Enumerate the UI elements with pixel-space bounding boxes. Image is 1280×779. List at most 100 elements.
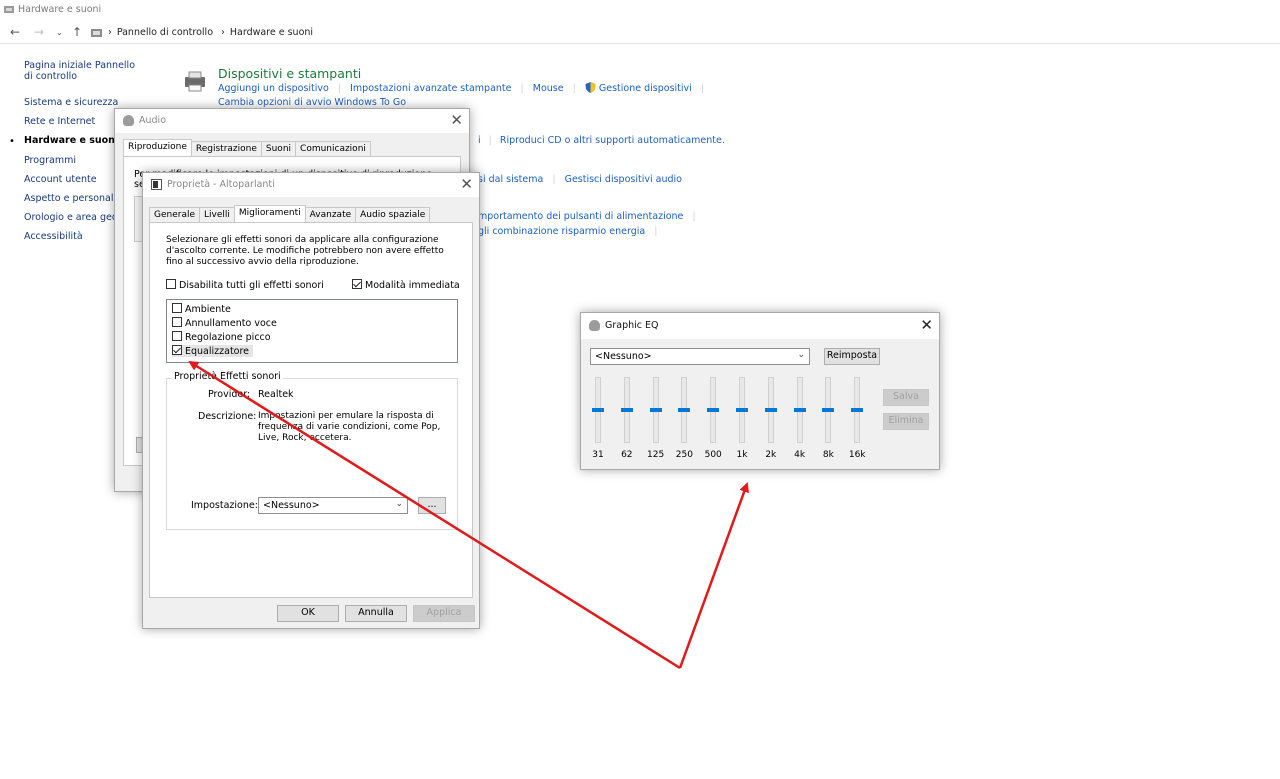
tab-playback[interactable]: Riproduzione (123, 139, 192, 156)
immediate-mode-checkbox[interactable] (352, 279, 362, 289)
description-value: Impostazioni per emulare la risposta di … (258, 411, 441, 443)
windows-to-go-link[interactable]: Cambia opzioni di avvio Windows To Go (218, 97, 406, 108)
apply-button[interactable]: Applica (413, 605, 475, 622)
nav-item-programs[interactable]: Programmi (24, 155, 76, 166)
nav-item-system-security[interactable]: Sistema e sicurezza (24, 97, 118, 108)
effect-checkbox-voice-cancel[interactable] (172, 317, 182, 327)
eq-slider-thumb[interactable] (736, 408, 748, 412)
effect-label: Ambiente (185, 304, 231, 315)
up-arrow-icon[interactable]: ↑ (72, 25, 82, 39)
list-item[interactable]: Annullamento voce (172, 317, 277, 329)
tab-enhancements[interactable]: Miglioramenti (233, 205, 306, 222)
shield-icon (585, 82, 596, 93)
eq-slider-250[interactable] (678, 377, 691, 443)
eq-preset-select[interactable]: <Nessuno> ⌄ (590, 348, 810, 365)
autoplay-cd-link[interactable]: Riproduci CD o altri supporti automatica… (500, 135, 725, 146)
nav-item-home[interactable]: Pagina iniziale Pannello di controllo (24, 60, 144, 82)
add-device-link[interactable]: Aggiungi un dispositivo (218, 83, 329, 94)
nav-item-user-accounts[interactable]: Account utente (24, 174, 97, 185)
eq-slider-62[interactable] (620, 377, 633, 443)
devices-category-title[interactable]: Dispositivi e stampanti (218, 66, 361, 81)
eq-band-label: 8k (822, 450, 834, 460)
graphic-eq-dialog: Graphic EQ ✕ <Nessuno> ⌄ Reimposta 31 62 1… (580, 312, 940, 470)
back-arrow-icon[interactable]: ← (10, 25, 20, 39)
disable-all-row[interactable]: Disabilita tutti gli effetti sonori (166, 279, 324, 291)
eq-dialog-title: Graphic EQ (605, 320, 659, 331)
more-settings-button[interactable]: ... (418, 497, 446, 514)
device-manager-link[interactable]: Gestione dispositivi (599, 83, 692, 94)
system-sounds-partial-link[interactable]: si dal sistema (478, 174, 543, 185)
eq-preset-value: <Nessuno> (595, 351, 652, 362)
autoplay-partial-link[interactable]: i (478, 135, 481, 146)
main-titlebar: Hardware e suoni (0, 0, 1280, 20)
list-item[interactable]: Equalizzatore (172, 345, 254, 357)
setting-select[interactable]: <Nessuno> ⌄ (258, 497, 408, 514)
effect-checkbox-peak[interactable] (172, 331, 182, 341)
nav-item-network[interactable]: Rete e Internet (24, 116, 95, 127)
eq-slider-thumb[interactable] (620, 408, 633, 412)
devices-printers-icon[interactable] (182, 70, 208, 94)
window-title: Hardware e suoni (18, 4, 102, 15)
disable-all-checkbox[interactable] (166, 279, 176, 289)
eq-slider-thumb[interactable] (707, 408, 720, 412)
immediate-mode-label: Modalità immediata (365, 280, 460, 291)
effect-checkbox-environment[interactable] (172, 303, 182, 313)
breadcrumb-hardware-sound[interactable]: Hardware e suoni (230, 27, 313, 38)
eq-delete-button[interactable]: Elimina (883, 413, 929, 430)
power-plan-partial-link[interactable]: gli combinazione risparmio energia (478, 226, 645, 237)
eq-band-label: 1k (736, 450, 748, 460)
chevron-down-icon[interactable]: ⌄ (56, 28, 63, 37)
eq-slider-thumb[interactable] (678, 408, 691, 412)
eq-dialog-titlebar: Graphic EQ ✕ (581, 313, 939, 339)
eq-slider-thumb[interactable] (649, 408, 662, 412)
nav-item-accessibility[interactable]: Accessibilità (24, 231, 83, 242)
eq-slider-4k[interactable] (793, 377, 806, 443)
power-links: mportamento dei pulsanti di alimentazion… (478, 211, 696, 222)
eq-slider-1k[interactable] (736, 377, 748, 443)
eq-slider-8k[interactable] (822, 377, 835, 443)
nav-item-hardware-sound[interactable]: Hardware e suoni (24, 135, 118, 146)
devices-links: Aggiungi un dispositivo | Impostazioni a… (218, 82, 705, 94)
eq-slider-2k[interactable] (764, 377, 777, 443)
eq-save-button[interactable]: Salva (883, 389, 929, 406)
cancel-button[interactable]: Annulla (345, 605, 407, 622)
speaker-icon (589, 320, 600, 331)
eq-slider-125[interactable] (649, 377, 662, 443)
eq-band-label: 125 (647, 450, 665, 460)
printer-settings-link[interactable]: Impostazioni avanzate stampante (350, 83, 511, 94)
power-links-2: gli combinazione risparmio energia | (478, 226, 658, 237)
close-icon[interactable]: ✕ (920, 316, 933, 334)
ok-button[interactable]: OK (277, 605, 339, 622)
close-icon[interactable]: ✕ (460, 175, 473, 193)
audio-dialog-title: Audio (139, 115, 167, 126)
effect-label: Equalizzatore (185, 346, 250, 357)
list-item[interactable]: Regolazione picco (172, 331, 271, 343)
chevron-down-icon: ⌄ (797, 350, 805, 360)
list-item[interactable]: Ambiente (172, 303, 231, 315)
eq-band-label: 2k (765, 450, 777, 460)
eq-slider-thumb[interactable] (822, 408, 835, 412)
close-icon[interactable]: ✕ (450, 111, 463, 129)
eq-slider-thumb[interactable] (592, 408, 604, 412)
forward-arrow-icon[interactable]: → (34, 25, 44, 39)
eq-slider-31[interactable] (592, 377, 604, 443)
effect-checkbox-equalizer[interactable] (172, 345, 182, 355)
enhancements-description: Selezionare gli effetti sonori da applic… (166, 235, 444, 267)
speaker-icon (151, 179, 162, 190)
breadcrumb-control-panel[interactable]: Pannello di controllo (117, 27, 213, 38)
provider-value: Realtek (258, 389, 294, 400)
eq-reset-button[interactable]: Reimposta (824, 348, 880, 365)
eq-slider-500[interactable] (707, 377, 720, 443)
mouse-link[interactable]: Mouse (533, 83, 564, 94)
power-buttons-partial-link[interactable]: mportamento dei pulsanti di alimentazion… (478, 211, 683, 222)
arrow-to-graphic-eq (678, 482, 749, 669)
manage-audio-devices-link[interactable]: Gestisci dispositivi audio (565, 174, 682, 185)
eq-slider-thumb[interactable] (793, 408, 806, 412)
effect-label: Regolazione picco (185, 332, 271, 343)
eq-slider-16k[interactable] (851, 377, 864, 443)
immediate-mode-row[interactable]: Modalità immediata (352, 279, 460, 291)
eq-slider-thumb[interactable] (764, 408, 777, 412)
eq-slider-thumb[interactable] (851, 408, 864, 412)
eq-band-label: 31 (592, 450, 604, 460)
eq-band-label: 62 (621, 450, 633, 460)
